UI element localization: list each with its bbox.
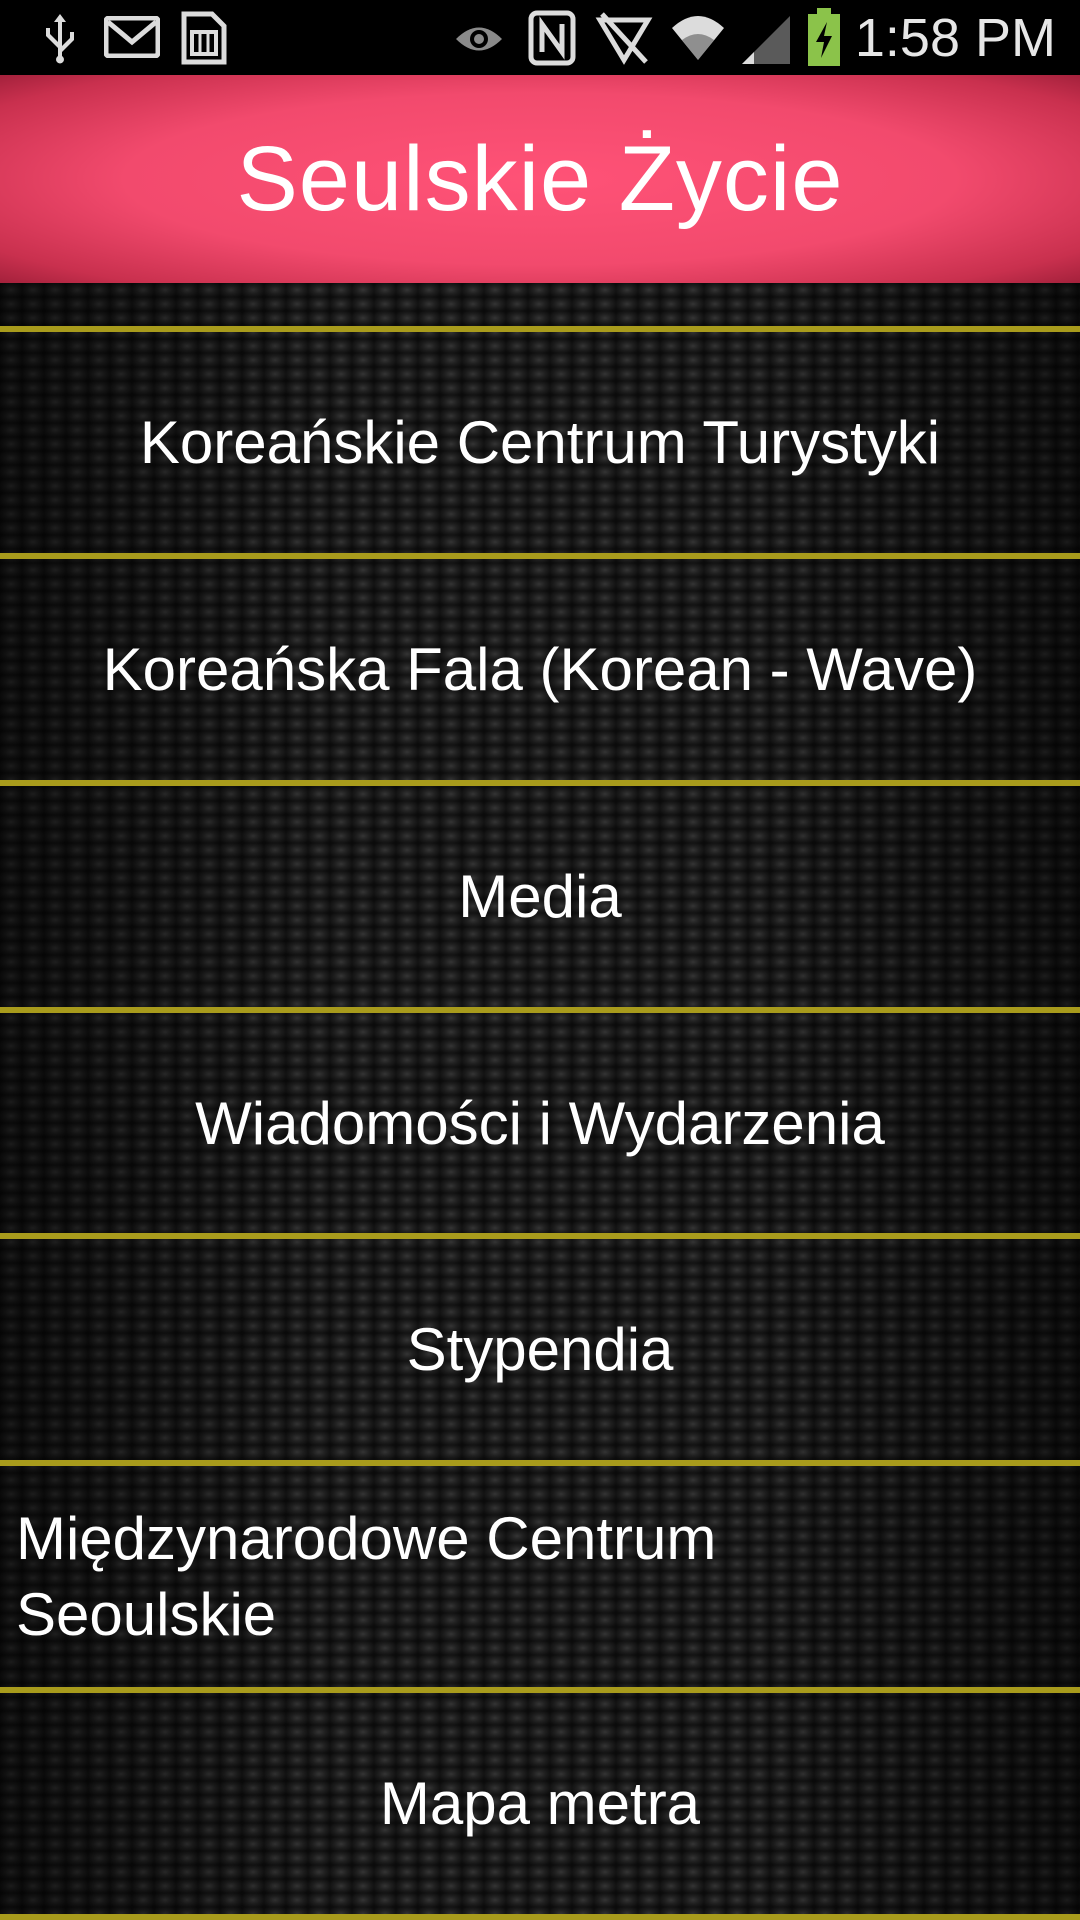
menu-item-news-events[interactable]: Wiadomości i Wydarzenia: [0, 1013, 1080, 1234]
menu-list: Koreańskie Centrum Turystyki Koreańska F…: [0, 283, 1080, 1920]
menu-item-scholarships[interactable]: Stypendia: [0, 1239, 1080, 1460]
nfc-icon: [528, 10, 576, 66]
menu-item-label: Wiadomości i Wydarzenia: [195, 1089, 885, 1157]
menu-item-label: Mapa metra: [379, 1769, 701, 1837]
divider: [0, 1914, 1080, 1920]
battery-charging-icon: [806, 8, 842, 68]
usb-icon: [38, 10, 82, 66]
menu-item-label: Międzynarodowe Centrum Seoulskie: [16, 1504, 717, 1648]
gmail-icon: [104, 16, 160, 58]
menu-item-korean-tourism-center[interactable]: Koreańskie Centrum Turystyki: [0, 332, 1080, 553]
wifi-icon: [668, 10, 728, 66]
app-header: Seulskie Życie: [0, 75, 1080, 283]
menu-item-media[interactable]: Media: [0, 786, 1080, 1007]
page-title: Seulskie Życie: [236, 127, 844, 230]
cell-signal-icon: [740, 10, 792, 66]
menu-item-international-center[interactable]: Międzynarodowe Centrum Seoulskie: [0, 1466, 1080, 1687]
menu-item-subway-map[interactable]: Mapa metra: [0, 1693, 1080, 1914]
eye-icon: [454, 22, 504, 56]
clock-time: 1:58 PM: [854, 8, 1056, 68]
menu-item-label: Media: [458, 862, 622, 930]
menu-item-korean-wave[interactable]: Koreańska Fala (Korean - Wave): [0, 559, 1080, 780]
status-bar: 1:58 PM: [0, 0, 1080, 75]
menu-item-label: Koreańskie Centrum Turystyki: [139, 408, 941, 476]
menu-item-label: Koreańska Fala (Korean - Wave): [102, 635, 978, 703]
no-signal-icon: [594, 10, 654, 66]
sim-card-icon: [180, 10, 228, 66]
menu-item-label: Stypendia: [406, 1315, 674, 1383]
